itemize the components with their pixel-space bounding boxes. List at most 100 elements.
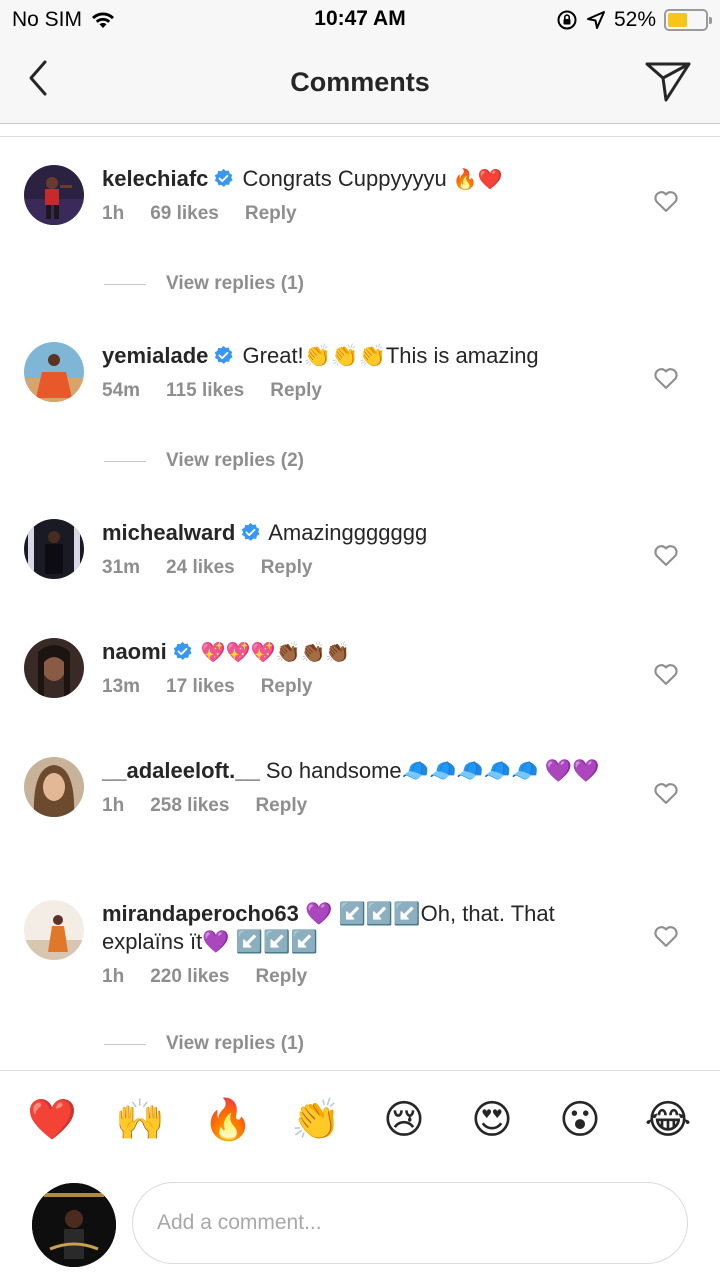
view-replies-label: View replies (2) [166,450,304,471]
comment-text-line: mirandaperocho63 💜 ↙️↙️↙️Oh, that. That … [102,900,642,956]
status-bar: No SIM 10:47 AM 52% [0,0,720,40]
emoji-fire-button[interactable]: 🔥 [198,1090,258,1150]
comment-item: michealward Amazinggggggg 31m 24 likes R… [0,519,720,619]
comment-time: 13m [102,676,141,697]
like-button[interactable] [652,364,680,392]
comment-username[interactable]: michealward [102,520,235,545]
location-arrow-icon [586,11,605,29]
view-replies-label: View replies (1) [166,273,304,294]
comment-item: __adaleeloft.__ So handsome🧢🧢🧢🧢🧢 💜💜 1h 2… [0,757,720,887]
heart-outline-icon [654,368,678,389]
like-button[interactable] [652,922,680,950]
divider [0,1070,720,1071]
battery-percent: 52% [613,8,656,31]
share-button[interactable] [644,56,692,104]
reply-button[interactable]: Reply [261,676,313,698]
reply-button[interactable]: Reply [270,380,322,402]
comment-likes[interactable]: 17 likes [166,676,235,698]
comment-time: 1h [102,203,125,224]
like-button[interactable] [652,541,680,569]
emoji-laughing-button[interactable]: 😂 [638,1090,698,1150]
comment-likes[interactable]: 24 likes [166,557,235,579]
like-button[interactable] [652,187,680,215]
comment-body: mirandaperocho63 💜 ↙️↙️↙️Oh, that. That … [102,900,642,988]
comment-text: Congrats Cuppyyyyu [242,166,447,191]
avatar[interactable] [24,638,84,698]
orientation-lock-icon [557,10,577,30]
page-title: Comments [290,67,430,97]
paper-plane-icon [645,62,691,102]
comment-text-line: michealward Amazinggggggg [102,519,642,547]
comment-input[interactable] [132,1182,688,1264]
comment-text-line: naomi 💖💖💖👏🏾👏🏾👏🏾 [102,638,642,666]
reply-button[interactable]: Reply [245,203,297,225]
comments-list[interactable]: kelechiafc Congrats Cuppyyyyu 🔥❤️ 1h 69 … [0,137,720,1070]
verified-badge-icon [215,168,234,187]
replies-divider [104,1043,146,1045]
comment-time: 31m [102,557,141,578]
verified-badge-icon [173,641,192,660]
heart-outline-icon [654,783,678,804]
avatar[interactable] [24,519,84,579]
emoji-crying-button[interactable]: 😢 [374,1090,434,1150]
back-button[interactable] [18,58,58,98]
reply-button[interactable]: Reply [255,795,307,817]
comment-item: kelechiafc Congrats Cuppyyyyu 🔥❤️ 1h 69 … [0,165,720,345]
view-replies-button[interactable]: View replies (1) [104,273,304,295]
view-replies-button[interactable]: View replies (2) [104,450,304,472]
comment-meta: 1h 220 likes Reply [102,966,642,988]
reply-button[interactable]: Reply [255,966,307,988]
emoji-quick-bar: ❤️ 🙌 🔥 👏 😢 😍 😮 😂 [0,1090,720,1154]
comment-username[interactable]: yemialade [102,343,208,368]
battery-fill [668,13,687,27]
emoji-surprised-button[interactable]: 😮 [550,1090,610,1150]
comment-username[interactable]: kelechiafc [102,166,208,191]
comment-text-line: __adaleeloft.__ So handsome🧢🧢🧢🧢🧢 💜💜 [102,757,642,785]
like-button[interactable] [652,660,680,688]
emoji-raised-hands-button[interactable]: 🙌 [110,1090,170,1150]
emoji-heart-eyes-button[interactable]: 😍 [462,1090,522,1150]
emoji-heart-button[interactable]: ❤️ [22,1090,82,1150]
comment-likes[interactable]: 220 likes [150,966,229,988]
avatar[interactable] [24,342,84,402]
avatar[interactable] [24,165,84,225]
heart-outline-icon [654,926,678,947]
verified-badge-icon [242,522,260,541]
reply-button[interactable]: Reply [261,557,313,579]
heart-outline-icon [654,545,678,566]
comment-body: michealward Amazinggggggg 31m 24 likes R… [102,519,642,579]
comment-text: Great!👏👏👏This is amazing [242,343,539,368]
comment-meta: 13m 17 likes Reply [102,676,642,698]
comment-time: 1h [102,966,125,987]
comment-text-line: kelechiafc Congrats Cuppyyyyu 🔥❤️ [102,165,642,193]
comment-body: naomi 💖💖💖👏🏾👏🏾👏🏾 13m 17 likes Reply [102,638,642,698]
heart-outline-icon [654,191,678,212]
like-button[interactable] [652,779,680,807]
comment-body: __adaleeloft.__ So handsome🧢🧢🧢🧢🧢 💜💜 1h 2… [102,757,642,817]
replies-divider [104,460,146,462]
replies-divider [104,283,146,285]
current-user-avatar [32,1183,116,1267]
comment-meta: 1h 69 likes Reply [102,203,642,225]
comment-likes[interactable]: 115 likes [166,380,244,402]
comment-meta: 1h 258 likes Reply [102,795,642,817]
chevron-left-icon [29,60,47,96]
emoji-clap-button[interactable]: 👏 [286,1090,346,1150]
comment-username[interactable]: mirandaperocho63 [102,901,299,926]
comment-meta: 54m 115 likes Reply [102,380,642,402]
comment-item: naomi 💖💖💖👏🏾👏🏾👏🏾 13m 17 likes Reply [0,638,720,738]
header: Comments [0,40,720,124]
comment-text: So handsome🧢🧢🧢🧢🧢 💜💜 [265,758,600,783]
avatar[interactable] [24,757,84,817]
comment-likes[interactable]: 69 likes [150,203,219,225]
avatar[interactable] [24,900,84,960]
comment-emojis: 🔥❤️ [452,167,503,191]
comment-time: 1h [102,795,125,816]
view-replies-label: View replies (1) [166,1033,304,1054]
comment-meta: 31m 24 likes Reply [102,557,642,579]
comment-username[interactable]: __adaleeloft.__ [102,758,260,783]
comment-username[interactable]: naomi [102,639,167,664]
comment-likes[interactable]: 258 likes [150,795,229,817]
view-replies-button[interactable]: View replies (1) [104,1033,304,1055]
comment-item: yemialade Great!👏👏👏This is amazing 54m 1… [0,342,720,522]
